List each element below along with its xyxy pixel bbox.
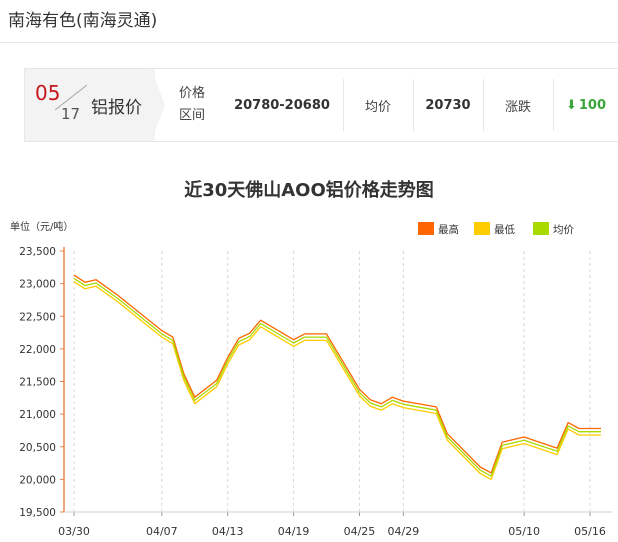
x-tick-label: 05/10 (508, 525, 540, 538)
x-tick-label: 04/29 (388, 525, 420, 538)
axis-layer: 单位（元/吨） 19,500 20,000 20,500 21,000 21,500 22,… (10, 220, 612, 538)
y-tick-label: 23,000 (19, 279, 56, 291)
x-tick-label: 04/13 (212, 525, 244, 538)
legend-label: 最高 (438, 223, 459, 236)
header-title: 南海有色(南海灵通) (8, 11, 158, 31)
date-day: 17 (61, 105, 81, 123)
y-tick-label: 19,500 (19, 507, 56, 519)
series-layer (73, 274, 601, 481)
legend-swatch (418, 222, 434, 235)
x-tick-label: 05/16 (574, 525, 606, 538)
price-trend-chart: 单位（元/吨） 19,500 20,000 20,500 21,000 21,500 22,… (10, 220, 612, 538)
x-tick-label: 04/19 (278, 525, 310, 538)
y-tick-label: 20,500 (19, 442, 56, 454)
range-label-line1: 价格 (179, 86, 206, 101)
change-cell: ⬇ 100 (553, 69, 618, 141)
y-axis-label: 单位（元/吨） (10, 220, 73, 233)
series-line-3 (73, 277, 601, 477)
grid-layer (73, 251, 591, 512)
y-tick-label: 22,000 (19, 344, 56, 356)
legend-swatch (533, 222, 549, 235)
avg-value: 20730 (425, 97, 471, 113)
price-bar: 05 17 铝报价 价格 区间 20780-20680 均价 20730 涨跌 … (24, 68, 618, 142)
date-box: 05 17 铝报价 (25, 69, 155, 141)
y-tick-label: 21,500 (19, 377, 56, 389)
chart-title: 近30天佛山AOO铝价格走势图 (184, 180, 434, 201)
product-name: 铝报价 (91, 98, 142, 118)
change-value: 100 (578, 97, 607, 113)
range-label: 价格 区间 (179, 83, 205, 127)
y-tick-label: 22,500 (19, 311, 56, 323)
range-value: 20780-20680 (234, 97, 330, 113)
legend-swatch (474, 222, 490, 235)
header-divider (0, 42, 618, 43)
range-label-line2: 区间 (179, 108, 206, 123)
legend-label: 最低 (494, 223, 515, 236)
y-tick-label: 20,000 (19, 474, 56, 486)
series-line-1 (73, 274, 601, 474)
date-month: 05 (35, 81, 61, 105)
y-tick-label: 23,500 (19, 246, 56, 258)
legend-label: 均价 (553, 224, 574, 236)
arrow-down-icon: ⬇ (565, 97, 577, 113)
series-line-2 (73, 281, 601, 481)
arrow-separator (151, 68, 165, 142)
legend-layer: 最高 最低 均价 (418, 222, 574, 236)
x-tick-label: 03/30 (58, 525, 90, 538)
x-tick-label: 04/07 (146, 525, 178, 538)
x-tick-label: 04/25 (344, 525, 376, 538)
y-tick-label: 21,000 (19, 409, 56, 421)
avg-label: 均价 (364, 99, 391, 115)
change-label: 涨跌 (504, 99, 531, 115)
